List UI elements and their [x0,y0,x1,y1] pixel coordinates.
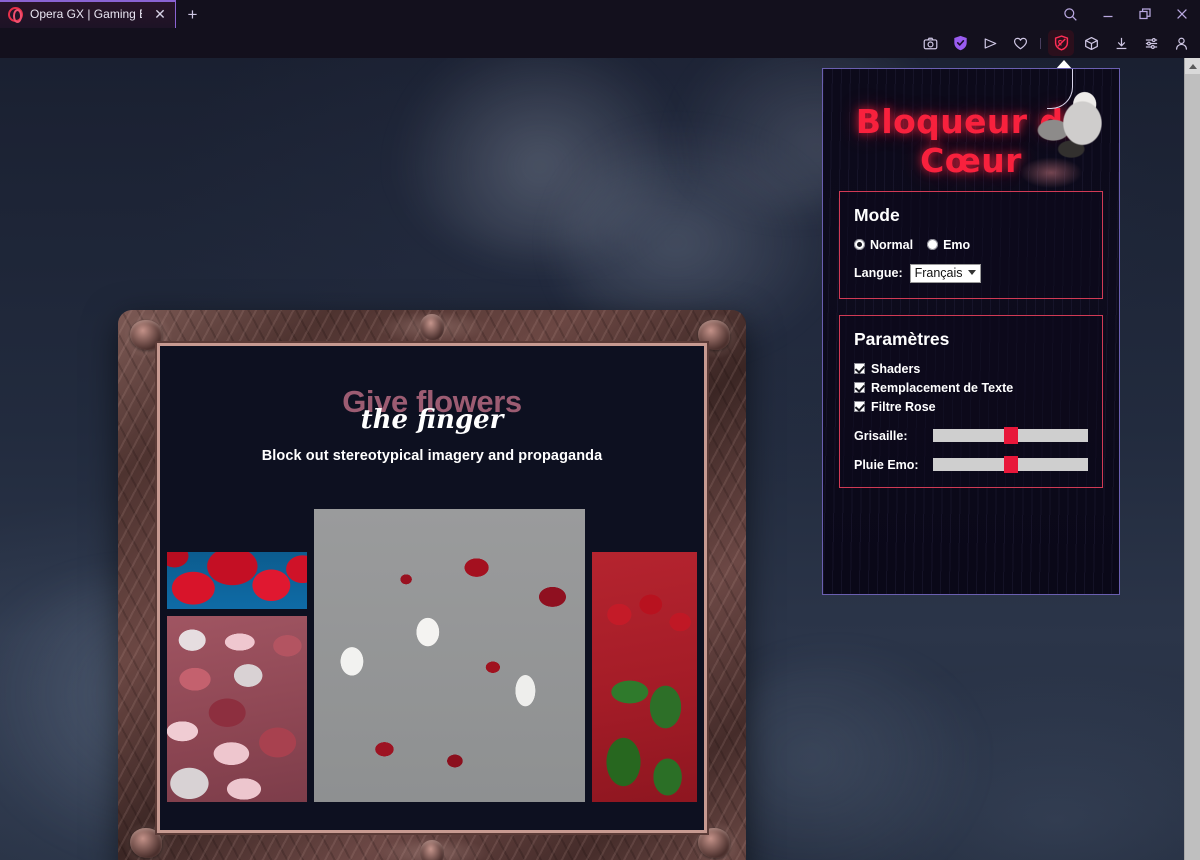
slider-label-grisaille: Grisaille: [854,428,908,443]
language-label: Langue: [854,266,903,281]
radio-label-normal: Normal [870,237,914,252]
tab-strip: Opera GX | Gaming Browse ✕ + [0,0,1200,28]
snapshot-camera-icon[interactable] [917,30,943,56]
language-select[interactable]: Français [909,263,981,283]
window-controls [1052,0,1200,28]
scrollbar-thumb[interactable] [1185,74,1200,860]
restore-icon[interactable] [1126,0,1163,28]
headline-block: Give flowers the finger Block out stereo… [160,386,704,464]
chevron-down-icon [967,270,976,276]
extension-title: Bloqueur de Cœur [855,102,1087,180]
mode-radio-group: Normal Emo [854,238,1088,252]
checkbox-text-replacement[interactable]: Remplacement de Texte [854,381,1088,395]
send-plane-icon[interactable] [977,30,1003,56]
toolbar-divider [1040,37,1041,49]
tab-title: Opera GX | Gaming Browse [30,7,142,21]
profile-person-icon[interactable] [1168,30,1194,56]
collage-image-roses [592,552,697,802]
close-icon[interactable] [1163,0,1200,28]
easy-setup-sliders-icon[interactable] [1138,30,1164,56]
radio-dot-normal-icon[interactable] [854,239,865,251]
page-subtitle: Block out stereotypical imagery and prop… [261,448,603,464]
slider-row-pluie-emo: Pluie Emo: [854,456,1088,474]
checkbox-text-replacement-label: Remplacement de Texte [871,380,1014,395]
heart-icon[interactable] [1007,30,1033,56]
page-title-script: the finger [360,404,504,435]
extension-header: Bloqueur de Cœur [823,69,1119,201]
blocked-heart-shield-icon[interactable] [1048,30,1074,56]
collage-image-balloons [167,552,307,609]
background-mist-shape [390,58,690,258]
slider-grisaille[interactable] [933,427,1088,445]
browser-chrome: Opera GX | Gaming Browse ✕ + [0,0,1200,58]
checkbox-shaders-box-icon[interactable] [854,363,865,375]
settings-section: Paramètres Shaders Remplacement de Texte… [839,314,1103,488]
mode-section: Mode Normal Emo Langue: Français [839,190,1103,299]
cube-icon[interactable] [1078,30,1104,56]
extension-popup-panel: Bloqueur de Cœur Mode Normal Emo Langue:… [822,68,1120,595]
ornate-picture-frame: Give flowers the finger Block out stereo… [118,310,746,860]
language-selected-value: Français [914,265,963,280]
opera-logo-icon [8,6,23,23]
scroll-up-arrow-icon[interactable] [1185,58,1200,74]
language-row: Langue: Français [854,263,1088,283]
slider-pluie-emo[interactable] [933,456,1088,474]
tab-close-icon[interactable]: ✕ [152,6,168,22]
slider-label-pluie-emo: Pluie Emo: [854,457,919,472]
checkbox-shaders-label: Shaders [871,361,921,376]
checkbox-text-replacement-box-icon[interactable] [854,382,865,394]
image-collage [167,509,697,802]
checkbox-pink-filter-box-icon[interactable] [854,401,865,413]
radio-dot-emo-icon[interactable] [927,239,939,251]
download-icon[interactable] [1108,30,1134,56]
slider-thumb-grisaille[interactable] [1003,427,1018,445]
slider-thumb-pluie-emo[interactable] [1003,456,1018,474]
minimize-icon[interactable] [1089,0,1126,28]
page-scrollbar[interactable] [1184,58,1200,860]
radio-mode-emo[interactable]: Emo [927,238,970,252]
slider-row-grisaille: Grisaille: [854,427,1088,445]
new-tab-button[interactable]: + [183,5,202,24]
browser-tab-opera-gx[interactable]: Opera GX | Gaming Browse ✕ [0,0,176,28]
search-icon[interactable] [1052,0,1089,28]
checkbox-shaders[interactable]: Shaders [854,362,1088,376]
settings-checkbox-group: Shaders Remplacement de Texte Filtre Ros… [854,362,1088,414]
browser-toolbar [0,28,1200,58]
collage-image-hearts-pink [167,616,307,802]
vpn-shield-icon[interactable] [947,30,973,56]
collage-image-cupids [314,509,585,802]
checkbox-pink-filter-label: Filtre Rose [871,399,936,414]
toolbar-icon-group [917,28,1194,58]
settings-section-title: Paramètres [854,328,950,349]
mode-section-title: Mode [854,204,900,225]
radio-mode-normal[interactable]: Normal [854,238,913,252]
radio-label-emo: Emo [943,237,971,252]
checkbox-pink-filter[interactable]: Filtre Rose [854,400,1088,414]
web-page-content: Give flowers the finger Block out stereo… [160,346,704,830]
